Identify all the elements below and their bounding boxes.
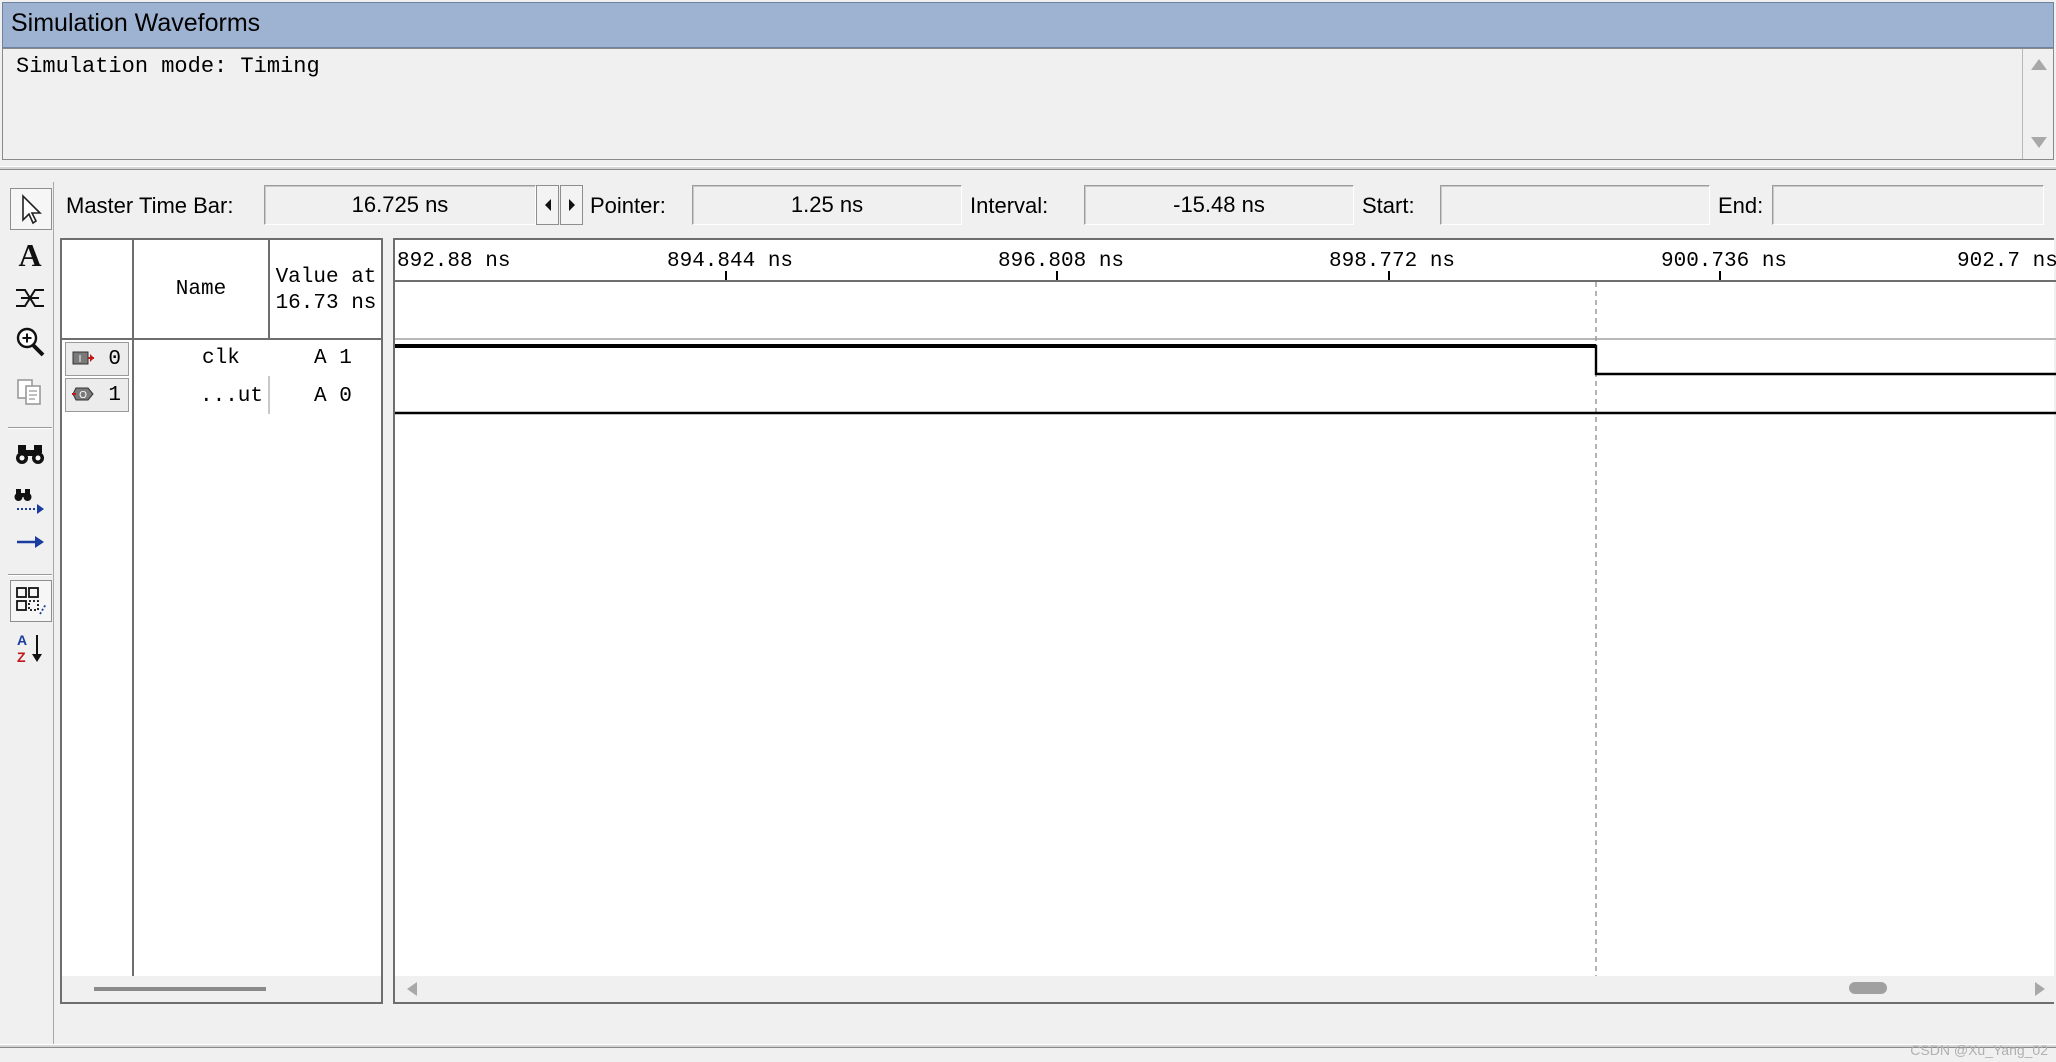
waveform-hscrollbar[interactable] [395,976,2056,1002]
clk-waveform [395,344,2056,376]
grid-divider [132,240,134,414]
message-pane: Simulation mode: Timing [2,48,2054,160]
signal-list-hscrollbar[interactable] [62,976,381,1002]
sort-az-icon: AZ [17,632,42,665]
grid-icon [16,587,47,615]
scroll-up-icon[interactable] [2031,59,2047,70]
zoom-tool-button[interactable] [10,322,50,362]
row-cell-divider [268,376,270,414]
grid-header-divider [62,338,381,340]
master-time-bar-label: Master Time Bar: [66,193,234,218]
start-label: Start: [1362,193,1415,218]
message-scrollbar[interactable] [2022,49,2053,159]
arrow-pointer-icon [22,194,42,225]
selection-tool-button[interactable] [10,188,52,230]
next-transition-tool-button[interactable] [10,522,50,562]
bottom-splitter [0,1044,2056,1048]
waveform-edit-icon [16,289,44,307]
waveform-toolbar: A AZ [4,182,54,1048]
toolbar-separator [8,574,52,576]
pointer-label: Pointer: [590,193,666,218]
end-field[interactable] [1772,185,2044,225]
interval-field: -15.48 ns [1084,185,1354,225]
find-tool-button[interactable] [10,434,50,474]
svg-text:Z: Z [17,649,26,665]
master-time-prev-button[interactable] [536,185,559,225]
snap-to-grid-tool-button[interactable] [10,580,52,622]
window-title: Simulation Waveforms [11,9,261,37]
sort-tool-button[interactable]: AZ [10,628,50,668]
row-index-0[interactable]: I 0 [65,342,129,376]
grid-divider [268,240,270,340]
find-next-tool-button[interactable] [10,482,50,522]
chevron-left-icon [544,199,551,211]
text-tool-button[interactable]: A [10,234,50,274]
end-label: End: [1718,193,1764,218]
signal-list: Name Value at 16.73 ns I 0 clk A 1 O 1 .… [60,238,383,1004]
pane-splitter[interactable] [0,166,2056,170]
row-index-label: 0 [108,347,121,371]
value-column-header-line1: Value at [275,266,377,289]
input-pin-icon: I [72,351,94,365]
scroll-thumb[interactable] [94,987,266,991]
scroll-left-icon[interactable] [407,982,417,996]
toolbar-separator [8,427,52,429]
chevron-right-icon [568,199,575,211]
interval-label: Interval: [970,193,1049,218]
row-index-1[interactable]: O 1 [65,378,129,412]
find-next-icon [14,489,44,514]
zoom-icon [16,327,45,357]
waveform-traces [395,282,2056,980]
signal-value-out: A 0 [314,385,352,408]
scroll-thumb[interactable] [1849,982,1887,994]
pointer-field: 1.25 ns [692,185,962,225]
waveform-editing-tool-button[interactable] [10,278,50,318]
grid-divider [132,414,134,1004]
signal-name-out[interactable]: ...ut [200,385,263,408]
row-index-label: 1 [108,383,121,407]
copy-icon [17,379,41,405]
name-column-header[interactable]: Name [134,278,268,301]
svg-text:I: I [79,354,82,365]
svg-text:O: O [79,390,87,401]
output-pin-icon: O [72,387,94,401]
arrow-right-icon [17,536,44,548]
scroll-right-icon[interactable] [2035,982,2045,996]
waveform-view[interactable]: 892.88 ns 894.844 ns 896.808 ns 898.772 … [393,238,2056,1004]
simulation-mode-text: Simulation mode: Timing [16,54,320,79]
master-time-next-button[interactable] [560,185,583,225]
binoculars-icon [16,445,44,464]
signal-value-clk: A 1 [314,347,352,370]
text-A-icon: A [18,237,41,271]
svg-text:A: A [18,237,41,271]
copy-tool-button[interactable] [10,372,50,412]
watermark: CSDN @Xu_Yang_02 [1910,1042,2048,1058]
start-field[interactable] [1440,185,1710,225]
scroll-down-icon[interactable] [2031,137,2047,148]
value-column-header-line2: 16.73 ns [275,292,377,315]
master-time-bar-field[interactable]: 16.725 ns [264,185,536,225]
signal-name-clk[interactable]: clk [202,347,240,370]
svg-text:A: A [17,632,27,648]
window-title-bar: Simulation Waveforms [2,2,2054,48]
